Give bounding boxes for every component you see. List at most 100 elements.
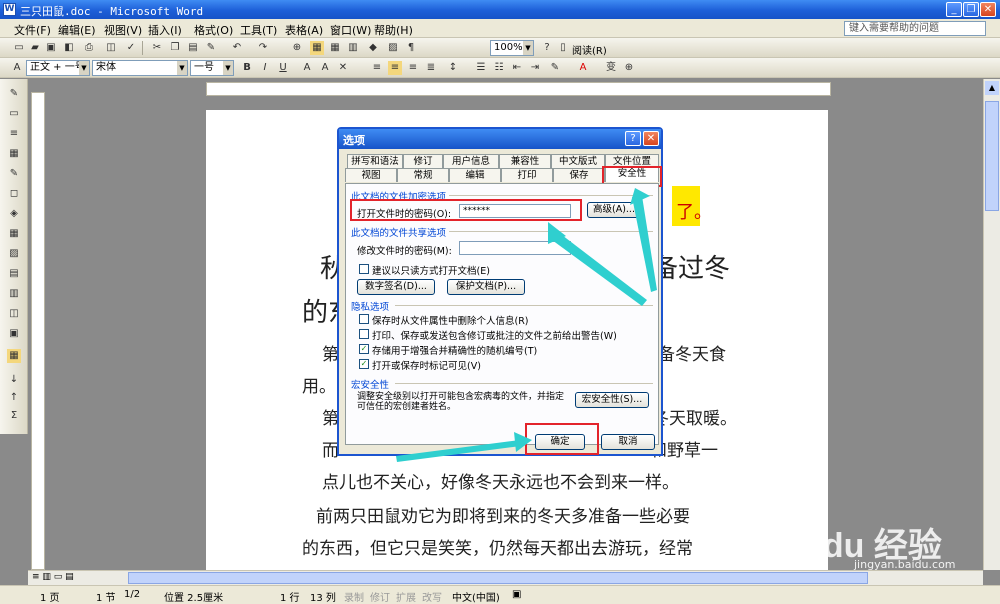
spelling-icon[interactable]: ✓ [124,41,138,55]
tab-general[interactable]: 常规 [397,168,449,182]
readonly-checkbox[interactable] [359,264,369,274]
increase-indent-icon[interactable]: ⇥ [528,61,542,75]
save-icon[interactable]: ▣ [44,41,58,55]
maximize-button[interactable]: ❐ [963,2,979,17]
close-window-button[interactable]: ✕ [980,2,996,17]
decrease-indent-icon[interactable]: ⇤ [510,61,524,75]
privacy-random-number-checkbox[interactable]: ✓ [359,344,369,354]
menu-help[interactable]: 帮助(H) [374,22,413,38]
tab-view[interactable]: 视图 [345,168,397,182]
char-border-icon[interactable]: A [300,61,314,75]
tool-4-icon[interactable]: ▦ [7,147,21,161]
autosum-icon[interactable]: Σ [7,409,21,423]
help-icon[interactable]: ? [540,41,554,55]
print-preview-icon[interactable]: ◫ [104,41,118,55]
read-icon[interactable]: ▯ [556,41,570,55]
status-ext[interactable]: 扩展 [396,589,416,604]
menu-view[interactable]: 视图(V) [104,22,142,38]
status-rec[interactable]: 录制 [344,589,364,604]
menu-window[interactable]: 窗口(W) [330,22,371,38]
font-color-icon[interactable]: A [576,61,590,75]
tool-7-icon[interactable]: ◈ [7,207,21,221]
bold-icon[interactable]: B [240,61,254,75]
tool-10-icon[interactable]: ▤ [7,267,21,281]
document-map-icon[interactable]: ▨ [386,41,400,55]
align-right-icon[interactable]: ≡ [406,61,420,75]
copy-icon[interactable]: ❐ [168,41,182,55]
digital-signature-button[interactable]: 数字签名(D)... [357,279,435,295]
cut-icon[interactable]: ✂ [150,41,164,55]
underline-icon[interactable]: U [276,61,290,75]
vertical-ruler[interactable] [31,92,45,570]
numbering-icon[interactable]: ☰ [474,61,488,75]
status-trk[interactable]: 修订 [370,589,390,604]
justify-icon[interactable]: ≣ [424,61,438,75]
italic-icon[interactable]: I [258,61,272,75]
tab-track-changes[interactable]: 修订 [403,154,443,168]
advanced-button[interactable]: 高级(A)... [587,202,641,218]
status-ovr[interactable]: 改写 [422,589,442,604]
columns-icon[interactable]: ▥ [346,41,360,55]
align-left-icon[interactable]: ≡ [370,61,384,75]
scroll-up-icon[interactable]: ▲ [985,81,999,95]
style-select[interactable]: 正文 + 一号 ▼ [26,60,90,76]
highlight-icon[interactable]: ✎ [548,61,562,75]
tab-edit[interactable]: 编辑 [449,168,501,182]
menu-tools[interactable]: 工具(T) [240,22,277,38]
privacy-remove-info-checkbox[interactable] [359,314,369,324]
sort-desc-icon[interactable]: ↑ [7,391,21,405]
privacy-markup-visible-checkbox[interactable]: ✓ [359,359,369,369]
modify-password-input[interactable] [459,241,571,255]
menu-edit[interactable]: 编辑(E) [58,22,96,38]
font-select[interactable]: 宋体 ▼ [92,60,188,76]
tool-5-icon[interactable]: ✎ [7,167,21,181]
tab-user-info[interactable]: 用户信息 [443,154,499,168]
tables-borders-icon[interactable]: ▦ [310,41,324,55]
tab-save[interactable]: 保存 [553,168,605,182]
open-icon[interactable]: ▰ [28,41,42,55]
tool-3-icon[interactable]: ≡ [7,127,21,141]
tool-13-icon[interactable]: ▣ [7,327,21,341]
dialog-help-icon[interactable]: ? [625,131,641,146]
view-buttons[interactable]: ≡ ▥ ▭ ▤ [32,572,98,584]
show-hide-icon[interactable]: ¶ [404,41,418,55]
sort-asc-icon[interactable]: ↓ [7,373,21,387]
tool-11-icon[interactable]: ▥ [7,287,21,301]
phonetic-icon[interactable]: 变 [604,61,618,75]
insert-table-icon[interactable]: ▦ [328,41,342,55]
tool-9-icon[interactable]: ▨ [7,247,21,261]
char-scale-icon[interactable]: ✕ [336,61,350,75]
enclose-char-icon[interactable]: ⊕ [622,61,636,75]
drawing-icon[interactable]: ◆ [366,41,380,55]
minimize-button[interactable]: _ [946,2,962,17]
hscroll-thumb[interactable] [128,572,868,584]
bullets-icon[interactable]: ☷ [492,61,506,75]
paste-icon[interactable]: ▤ [186,41,200,55]
read-button[interactable]: 阅读(R) [572,42,607,57]
privacy-warn-checkbox[interactable] [359,329,369,339]
undo-icon[interactable]: ↶ [230,41,244,55]
line-spacing-icon[interactable]: ↕ [446,61,460,75]
align-center-icon[interactable]: ≡ [388,61,402,75]
menu-table[interactable]: 表格(A) [285,22,323,38]
styles-icon[interactable]: A [10,61,24,75]
format-painter-icon[interactable]: ✎ [204,41,218,55]
horizontal-scrollbar[interactable]: ≡ ▥ ▭ ▤ [28,570,983,585]
redo-icon[interactable]: ↷ [256,41,270,55]
vertical-scrollbar[interactable]: ▲ [983,79,1000,570]
spelling-status-icon[interactable]: ▣ [512,589,521,600]
tool-8-icon[interactable]: ▦ [7,227,21,241]
protect-document-button[interactable]: 保护文档(P)... [447,279,525,295]
horizontal-ruler[interactable] [206,82,831,96]
zoom-select[interactable]: 100% ▼ [490,40,534,56]
tab-compatibility[interactable]: 兼容性 [499,154,551,168]
size-select[interactable]: 一号 ▼ [190,60,234,76]
help-search-input[interactable]: 键入需要帮助的问题 [844,21,986,36]
tab-spelling[interactable]: 拼写和语法 [347,154,403,168]
permission-icon[interactable]: ◧ [62,41,76,55]
tab-asian-typography[interactable]: 中文版式 [551,154,605,168]
macro-security-button[interactable]: 宏安全性(S)... [575,392,649,408]
char-shading-icon[interactable]: A [318,61,332,75]
tool-2-icon[interactable]: ▭ [7,107,21,121]
tab-print[interactable]: 打印 [501,168,553,182]
